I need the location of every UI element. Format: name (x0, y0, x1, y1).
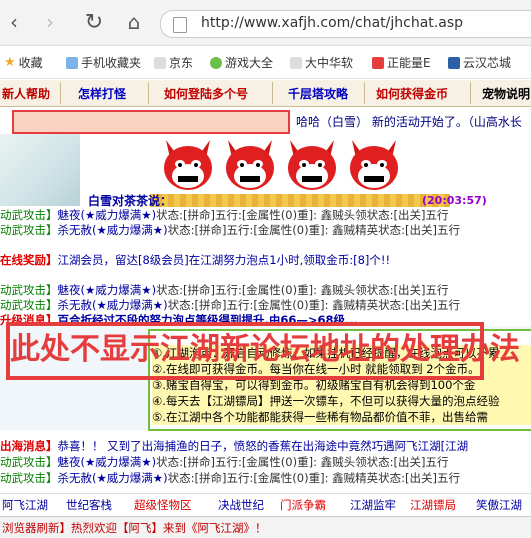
mascot-icon (350, 140, 398, 190)
phone-icon (66, 56, 78, 69)
menu-multi-login[interactable]: 如何登陆多个号 (164, 85, 248, 102)
status-text: 浏览器刷新】热烈欢迎【阿飞】来到《阿飞江湖》！ (2, 521, 267, 535)
chat-line: 动武攻击】杀无赦(★威力爆满★)状态:[拼命]五行:[金属性(0)重]: 鑫贼精… (0, 470, 460, 485)
room-tabs: 阿飞江湖 世纪客栈 超级怪物区 决战世纪 门派争霸 江湖监牢 江湖镖局 笑傲江湖 (0, 493, 531, 516)
tab-century-battle[interactable]: 决战世纪 (218, 497, 264, 513)
menu-divider (60, 82, 61, 104)
menu-divider (364, 82, 365, 104)
banner: 白雪对茶茶说： (20:03:57) (0, 134, 531, 209)
app-icon (448, 56, 460, 69)
bookmark-jd[interactable]: 京东 (154, 54, 193, 71)
url-text: http://www.xafjh.com/chat/jhchat.asp (201, 15, 463, 31)
chat-line: 动武攻击】魅夜(★威力爆满★)状态:[拼命]五行:[金属性(0)重]: 鑫贼头领… (0, 207, 448, 222)
menu-fight-monster[interactable]: 怎样打怪 (78, 85, 126, 102)
tab-monster-zone[interactable]: 超级怪物区 (134, 497, 192, 513)
line-tag: 动武攻击】 (0, 455, 58, 469)
line-detail: 状态:[拼命]五行:[金属性(0)重]: 鑫贼精英状态:[出关]五行 (167, 223, 460, 237)
notice-line: ⑤.在江湖中各个功能都能获得一些稀有物品都价值不菲，出售给需 (152, 409, 531, 425)
line-detail: 状态:[拼命]五行:[金属性(0)重]: 鑫贼精英状态:[出关]五行 (167, 298, 460, 312)
mascot-icon (226, 140, 274, 190)
menu-pet-info[interactable]: 宠物说明 (482, 85, 530, 102)
line-player[interactable]: 杀无赦(★威力爆满★) (58, 471, 168, 485)
bookmark-label: 京东 (169, 56, 194, 70)
bookmark-mobile[interactable]: 手机收藏夹 (66, 54, 141, 71)
chat-bar: 哈哈（白雪） 新的活动开始了。（山高水长 (0, 107, 531, 134)
bookmark-label: 大中华软 (305, 56, 354, 70)
chat-input[interactable] (12, 110, 290, 134)
bookmark-label: 游戏大全 (225, 56, 274, 70)
banner-floor (150, 194, 450, 207)
page-icon (154, 56, 166, 69)
bookmark-software[interactable]: 大中华软 (290, 54, 353, 71)
bookmark-yunhan[interactable]: 云汉芯城 (448, 54, 511, 71)
chat-line: 动武攻击】杀无赦(★威力爆满★)状态:[拼命]五行:[金属性(0)重]: 鑫贼精… (0, 297, 460, 312)
line-detail: 状态:[拼命]五行:[金属性(0)重]: 鑫贼精英状态:[出关]五行 (167, 471, 460, 485)
tab-prison[interactable]: 江湖监牢 (350, 497, 396, 513)
line-detail: 恭喜！！ 又到了出海捕渔的日子，愤怒的香蕉在出海途中竟然巧遇阿飞江湖[江湖 (57, 439, 469, 453)
line-detail: 江湖会员，留达[8级会员]在江湖努力泡点1小时,领取金币:[8]个!! (57, 253, 391, 267)
forward-icon[interactable]: › (36, 8, 64, 36)
tab-century-inn[interactable]: 世纪客栈 (66, 497, 112, 513)
bookmark-label: 正能量E (387, 56, 431, 70)
tab-xiaoao[interactable]: 笑傲江湖 (476, 497, 522, 513)
menu-divider (470, 82, 471, 104)
back-icon[interactable]: ‹ (0, 8, 28, 36)
game-menu-bar: 新人帮助 怎样打怪 如何登陆多个号 千层塔攻略 如何获得金币 宠物说明 (0, 80, 531, 107)
refresh-icon[interactable]: ↻ (80, 8, 108, 36)
menu-get-gold[interactable]: 如何获得金币 (376, 85, 448, 102)
tab-afei-jianghu[interactable]: 阿飞江湖 (2, 497, 48, 513)
bookmark-label: 手机收藏夹 (81, 56, 142, 70)
line-tag: 在线奖励】 (0, 253, 58, 267)
browser-toolbar: ‹ › ↻ ⌂ http://www.xafjh.com/chat/jhchat… (0, 0, 531, 46)
menu-newbie-help[interactable]: 新人帮助 (2, 85, 50, 102)
bookmark-energy[interactable]: 正能量E (372, 54, 431, 71)
chat-line: 在线奖励】江湖会员，留达[8级会员]在江湖努力泡点1小时,领取金币:[8]个!! (0, 252, 390, 267)
annotation-label: 此处不显示江湖新论坛地址的处理办法 (10, 332, 520, 367)
status-bar: 浏览器刷新】热烈欢迎【阿飞】来到《阿飞江湖》！ (0, 516, 531, 538)
announcement-marquee: 哈哈（白雪） 新的活动开始了。（山高水长 (296, 115, 522, 129)
chat-line: 动武攻击】魅夜(★威力爆满★)状态:[拼命]五行:[金属性(0)重]: 鑫贼头领… (0, 282, 448, 297)
bookmark-games[interactable]: 游戏大全 (210, 54, 273, 71)
line-detail: 状态:[拼命]五行:[金属性(0)重]: 鑫贼头领状态:[出关]五行 (156, 283, 449, 297)
line-tag: 出海消息】 (0, 439, 58, 453)
notice-line: ④.每天去【江湖镖局】押送一次镖车，不但可以获得大量的泡点经验 (152, 393, 531, 409)
line-tag: 动武攻击】 (0, 471, 58, 485)
line-player[interactable]: 魅夜(★威力爆满★) (58, 283, 157, 297)
chat-line: 动武攻击】魅夜(★威力爆满★)状态:[拼命]五行:[金属性(0)重]: 鑫贼头领… (0, 454, 448, 469)
line-detail: 状态:[拼命]五行:[金属性(0)重]: 鑫贼头领状态:[出关]五行 (156, 208, 449, 222)
bookmark-favorites[interactable]: ★ 收藏 (4, 54, 43, 71)
page-icon (173, 17, 187, 33)
page-icon (290, 56, 302, 69)
line-player[interactable]: 杀无赦(★威力爆满★) (58, 298, 168, 312)
line-tag: 动武攻击】 (0, 223, 58, 237)
home-icon[interactable]: ⌂ (120, 8, 148, 36)
app-icon (372, 56, 384, 69)
menu-tower-guide[interactable]: 千层塔攻略 (288, 85, 348, 102)
tab-sect-battle[interactable]: 门派争霸 (280, 497, 326, 513)
menu-divider (272, 82, 273, 104)
line-player[interactable]: 魅夜(★威力爆满★) (58, 208, 157, 222)
message-time: (20:03:57) (422, 194, 487, 207)
menu-divider (148, 82, 149, 104)
star-icon: ★ (4, 55, 16, 70)
line-player[interactable]: 杀无赦(★威力爆满★) (58, 223, 168, 237)
bookmark-label: 收藏 (18, 56, 43, 70)
line-detail: 状态:[拼命]五行:[金属性(0)重]: 鑫贼头领状态:[出关]五行 (156, 455, 449, 469)
address-bar[interactable]: http://www.xafjh.com/chat/jhchat.asp (160, 10, 531, 38)
line-tag: 动武攻击】 (0, 283, 58, 297)
chat-line: 出海消息】恭喜！！ 又到了出海捕渔的日子，愤怒的香蕉在出海途中竟然巧遇阿飞江湖[… (0, 438, 468, 453)
mascot-icon (288, 140, 336, 190)
mascot-icon (164, 140, 212, 190)
bookmarks-bar: ★ 收藏 手机收藏夹 京东 游戏大全 大中华软 正能量E 云汉芯城 (0, 46, 531, 79)
chat-line: 动武攻击】杀无赦(★威力爆满★)状态:[拼命]五行:[金属性(0)重]: 鑫贼精… (0, 222, 460, 237)
game-icon (210, 56, 222, 69)
line-tag: 动武攻击】 (0, 208, 58, 222)
tab-escort[interactable]: 江湖镖局 (410, 497, 456, 513)
line-tag: 动武攻击】 (0, 298, 58, 312)
line-player[interactable]: 魅夜(★威力爆满★) (58, 455, 157, 469)
bookmark-label: 云汉芯城 (463, 56, 512, 70)
